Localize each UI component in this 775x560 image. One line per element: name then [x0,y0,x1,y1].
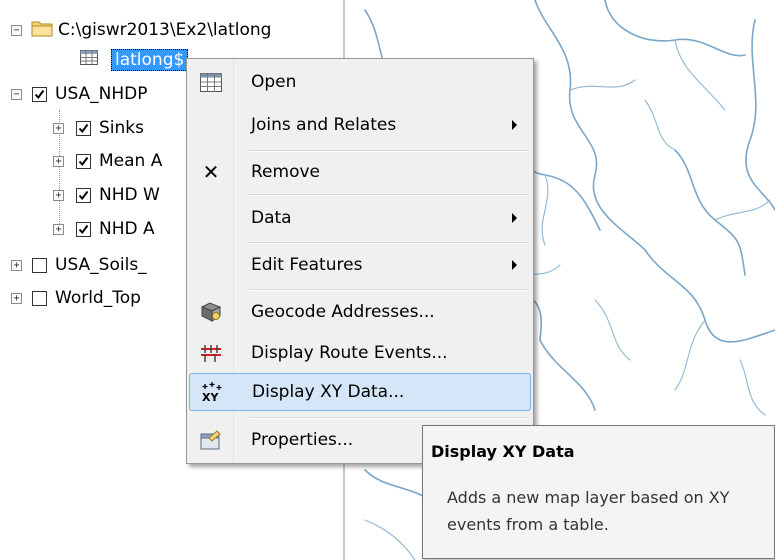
toc-item-usa-nhdp[interactable]: − USA_NHDP [11,81,148,107]
toc-item-label: USA_NHDP [55,84,148,104]
folder-icon [31,19,53,42]
menu-item-label: Display Route Events... [251,343,448,363]
menu-item-remove[interactable]: ✕ Remove [189,153,531,191]
expand-icon[interactable]: + [53,155,64,167]
menu-item-label: Properties... [251,430,354,450]
toc-item-label: NHD A [99,219,155,239]
toc-item-label: Mean A [99,151,163,171]
menu-item-label: Remove [251,162,320,182]
toc-item-label: NHD W [99,185,160,205]
toc-item-label: Sinks [99,118,144,138]
submenu-arrow-icon [512,260,517,270]
toc-item-world-top[interactable]: + World_Top [11,285,141,311]
submenu-arrow-icon [512,120,517,130]
toc-item-label: latlong$ [111,49,189,71]
menu-separator [249,194,529,196]
menu-item-data[interactable]: Data [189,199,531,237]
menu-item-joins-and-relates[interactable]: Joins and Relates [189,106,531,144]
table-icon [80,50,98,70]
xy-data-icon: XY [190,373,234,411]
collapse-icon[interactable]: − [11,24,22,36]
submenu-arrow-icon [512,213,517,223]
menu-separator [249,242,529,244]
menu-item-label: Display XY Data... [252,382,405,402]
properties-icon [189,421,233,459]
menu-item-label: Open [251,72,297,92]
toc-item-nhd-w[interactable]: + NHD W [53,182,160,208]
toc-item-latlong-table[interactable]: latlong$ [80,47,189,73]
toc-item-mean-a[interactable]: + Mean A [53,148,162,174]
menu-separator [249,417,529,419]
toc-item-usa-soils[interactable]: + USA_Soils_ [11,252,147,278]
menu-item-label: Geocode Addresses... [251,302,435,322]
menu-item-edit-features[interactable]: Edit Features [189,246,531,284]
menu-item-geocode-addresses[interactable]: Geocode Addresses... [189,293,531,331]
layer-visibility-checkbox[interactable] [76,187,91,203]
toc-item-label: C:\giswr2013\Ex2\latlong [58,20,272,40]
collapse-icon[interactable]: − [11,88,22,100]
menu-item-open[interactable]: Open [189,63,531,101]
menu-separator [249,150,529,152]
layer-visibility-checkbox[interactable] [76,153,91,169]
expand-icon[interactable]: + [11,259,22,271]
geocode-icon [189,293,233,331]
menu-item-label: Data [251,208,292,228]
tooltip-description: Adds a new map layer based on XY events … [447,488,730,534]
expand-icon[interactable]: + [53,189,64,201]
context-menu: Open Joins and Relates ✕ Remove Data Edi… [186,58,534,464]
menu-item-display-xy-data[interactable]: XY Display XY Data... [189,373,531,411]
tooltip-title: Display XY Data [431,442,575,461]
menu-item-display-route-events[interactable]: Display Route Events... [189,334,531,372]
toc-item-nhd-a[interactable]: + NHD A [53,216,155,242]
layer-visibility-checkbox[interactable] [76,221,91,237]
layer-visibility-checkbox[interactable] [32,290,47,306]
menu-item-label: Edit Features [251,255,363,275]
layer-visibility-checkbox[interactable] [32,257,47,273]
expand-icon[interactable]: + [11,292,22,304]
expand-icon[interactable]: + [53,223,64,235]
remove-x-icon: ✕ [202,160,220,184]
menu-item-label: Joins and Relates [251,115,397,135]
toc-item-workspace-folder[interactable]: − C:\giswr2013\Ex2\latlong [11,17,271,43]
table-icon [189,63,233,101]
toc-item-label: World_Top [55,288,141,308]
layer-visibility-checkbox[interactable] [32,86,47,102]
tooltip: Display XY Data Adds a new map layer bas… [422,425,775,559]
toc-item-sinks[interactable]: + Sinks [53,115,144,141]
toc-item-label: USA_Soils_ [55,255,147,275]
layer-visibility-checkbox[interactable] [76,120,91,136]
menu-separator [249,289,529,291]
route-events-icon [189,334,233,372]
svg-text:XY: XY [202,391,219,403]
expand-icon[interactable]: + [53,122,64,134]
